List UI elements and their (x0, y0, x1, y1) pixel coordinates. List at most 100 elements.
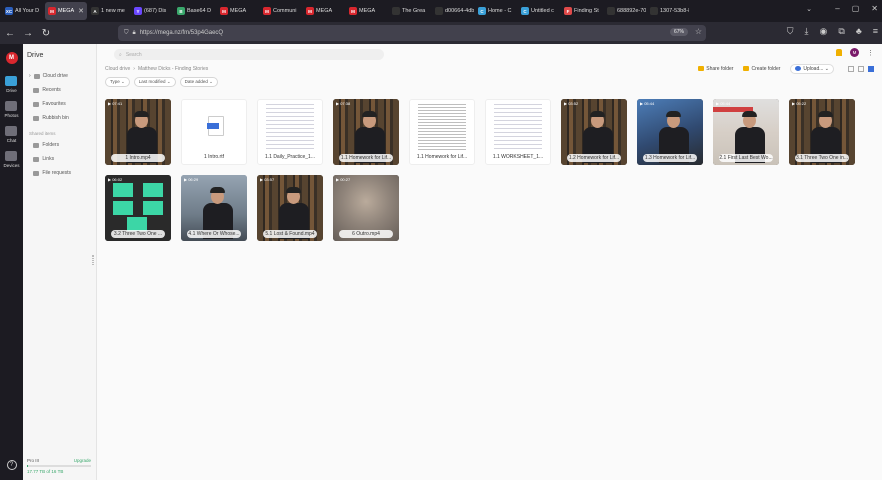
create-folder-button[interactable]: Create folder (743, 66, 780, 72)
file-card[interactable]: ▶ 05:22 3.1 Three Two One in... (789, 99, 855, 165)
list-view-icon[interactable] (848, 66, 854, 72)
browser-tab[interactable]: C Untitled c (518, 2, 560, 20)
filter-type[interactable]: Type ⌄ (105, 77, 130, 87)
sidebar-item-favourites[interactable]: Favourites (23, 97, 96, 111)
breadcrumb-current-folder[interactable]: Matthew Dicks - Finding Stories (138, 66, 208, 72)
avatar[interactable]: M (850, 48, 859, 57)
bookmark-star-icon[interactable]: ☆ (695, 27, 702, 36)
account-icon[interactable]: ◉ (820, 26, 828, 37)
video-duration: ▶ 03:52 (564, 101, 579, 106)
file-card[interactable]: ▶ 05:44 1.3 Homework for Lif... (637, 99, 703, 165)
rail-item-chat[interactable]: Chat (3, 126, 19, 143)
reload-icon[interactable]: ↻ (38, 28, 54, 39)
thumbnail-view-icon[interactable] (858, 66, 864, 72)
pocket-icon[interactable]: ⛉ (787, 26, 794, 37)
rail-items: Drive Photos Chat Devices (3, 76, 20, 176)
file-card[interactable]: 1.1 Homework for Lif... (409, 99, 475, 165)
close-window-icon[interactable]: ✕ (871, 4, 878, 13)
file-card[interactable]: ▶ 03:57 5.1 Lost & Found.mp4 (257, 175, 323, 241)
tab-favicon-icon (607, 7, 615, 15)
presenter-hat (362, 111, 377, 117)
browser-tab[interactable]: 1307-53b8-87 (647, 2, 689, 20)
file-name: 1.2 Homework for Lif... (567, 154, 621, 162)
tab-favicon-icon: B (177, 7, 185, 15)
address-bar[interactable]: ⛉ 🔒︎ https://mega.nz/fm/53p4GaecQ 67% ☆ (118, 25, 706, 41)
rail-item-devices[interactable]: Devices (3, 151, 20, 168)
more-options-icon[interactable]: ⋮ (867, 49, 874, 57)
file-card[interactable]: ▶ 07:41 1 Intro.mp4 (105, 99, 171, 165)
browser-tab[interactable]: d00664-4db (432, 2, 474, 20)
file-card[interactable]: ▶ 07:38 1.1 Homework for Lif... (333, 99, 399, 165)
file-card[interactable]: ▶ 00:27 6 Outro.mp4 (333, 175, 399, 241)
file-name: 3.1 Three Two One in... (795, 154, 849, 162)
browser-tab[interactable]: A1 new me (88, 2, 130, 20)
upload-button[interactable]: Upload... ⌄ (790, 64, 834, 74)
filter-date-added[interactable]: Date added ⌄ (179, 77, 218, 87)
browser-tab[interactable]: M MEGA ✕ (45, 2, 87, 20)
notification-icon[interactable] (836, 49, 842, 56)
file-card[interactable]: ▶ 03:52 1.2 Homework for Lif... (561, 99, 627, 165)
tab-title: Base64 D (187, 8, 212, 14)
sidebar-item-cloud-drive[interactable]: › Cloud drive (23, 69, 96, 83)
storage-widget[interactable]: Pro III Upgrade 17.77 TB of 16 TB (27, 458, 91, 474)
filter-last-modified[interactable]: Last modified ⌄ (133, 77, 176, 87)
downloads-icon[interactable]: ⤓ (805, 26, 809, 37)
extensions-icon[interactable]: ⧉ (838, 26, 844, 37)
tab-title: MEGA (316, 8, 333, 14)
sidebar-item-file-requests[interactable]: File requests (23, 166, 96, 180)
file-card[interactable]: 1.1 Daily_Practice_1... (257, 99, 323, 165)
rail-item-photos[interactable]: Photos (3, 101, 19, 118)
zoom-level[interactable]: 67% (669, 28, 688, 36)
share-folder-button[interactable]: Share folder (698, 66, 733, 72)
list-all-tabs-icon[interactable]: ⌄ (806, 5, 812, 13)
upgrade-link[interactable]: Upgrade (74, 458, 91, 463)
file-card[interactable]: 1 Intro.rtf (181, 99, 247, 165)
browser-tab[interactable]: M MEGA (346, 2, 388, 20)
menu-icon[interactable]: ≡ (873, 26, 878, 37)
extension-icon[interactable]: ♣ (856, 26, 862, 37)
browser-tab[interactable]: F Finding St (561, 2, 603, 20)
browser-tab[interactable]: B Base64 D (174, 2, 216, 20)
search-input[interactable]: ⌕ Search (114, 49, 384, 60)
tab-favicon-icon: M (48, 7, 56, 15)
mega-logo-icon[interactable]: M (5, 52, 18, 64)
sidebar-item-folders[interactable]: Folders (23, 138, 96, 152)
help-icon[interactable]: ? (6, 460, 17, 470)
file-card[interactable]: 1.1 WORKSHEET_1... (485, 99, 551, 165)
browser-tab[interactable]: M MEGA (217, 2, 259, 20)
sticky-note (143, 183, 163, 197)
folder-plus-icon (743, 66, 750, 72)
tab-title: MEGA (58, 8, 75, 14)
back-icon[interactable]: ← (2, 28, 18, 39)
tab-title: All Your D (15, 8, 40, 14)
file-name: 4.1 Where Or Whose... (187, 230, 241, 238)
breadcrumb: Cloud drive › Matthew Dicks - Finding St… (105, 66, 208, 72)
close-tab-icon[interactable]: ✕ (78, 7, 84, 15)
browser-tab[interactable]: Y (687) Dis (131, 2, 173, 20)
tab-title: Finding St (574, 8, 599, 14)
sidebar-item-rubbish-bin[interactable]: Rubbish bin (23, 111, 96, 125)
file-card[interactable]: ▶ 06:29 4.1 Where Or Whose... (181, 175, 247, 241)
photos-icon (5, 101, 18, 111)
browser-tab[interactable]: M Communi (260, 2, 302, 20)
sidebar-item-links[interactable]: Links (23, 152, 96, 166)
browser-tab[interactable]: XC All Your D (2, 2, 44, 20)
share-folder-icon (698, 66, 705, 72)
browser-tab[interactable]: The Grea (389, 2, 431, 20)
browser-tab[interactable]: 688892e-70-e (604, 2, 646, 20)
rail-item-drive[interactable]: Drive (3, 76, 19, 93)
minimize-icon[interactable]: – (835, 4, 839, 13)
sidebar-item-recents[interactable]: Recents (23, 83, 96, 97)
file-card[interactable]: ▶ 05:44 2.1 First Last Best Wo... (713, 99, 779, 165)
forward-icon[interactable]: → (20, 28, 36, 39)
browser-tab[interactable]: C Home - C (475, 2, 517, 20)
maximize-icon[interactable]: ▢ (852, 4, 860, 13)
sticky-note (113, 183, 133, 197)
breadcrumb-cloud-drive[interactable]: Cloud drive (105, 66, 130, 72)
sidebar-resize-handle[interactable] (92, 255, 94, 265)
file-card[interactable]: ▶ 06:02 3.2 Three Two One ... (105, 175, 171, 241)
sticky-note (113, 201, 133, 215)
grid-view-icon[interactable] (868, 66, 874, 72)
browser-tab[interactable]: M MEGA (303, 2, 345, 20)
